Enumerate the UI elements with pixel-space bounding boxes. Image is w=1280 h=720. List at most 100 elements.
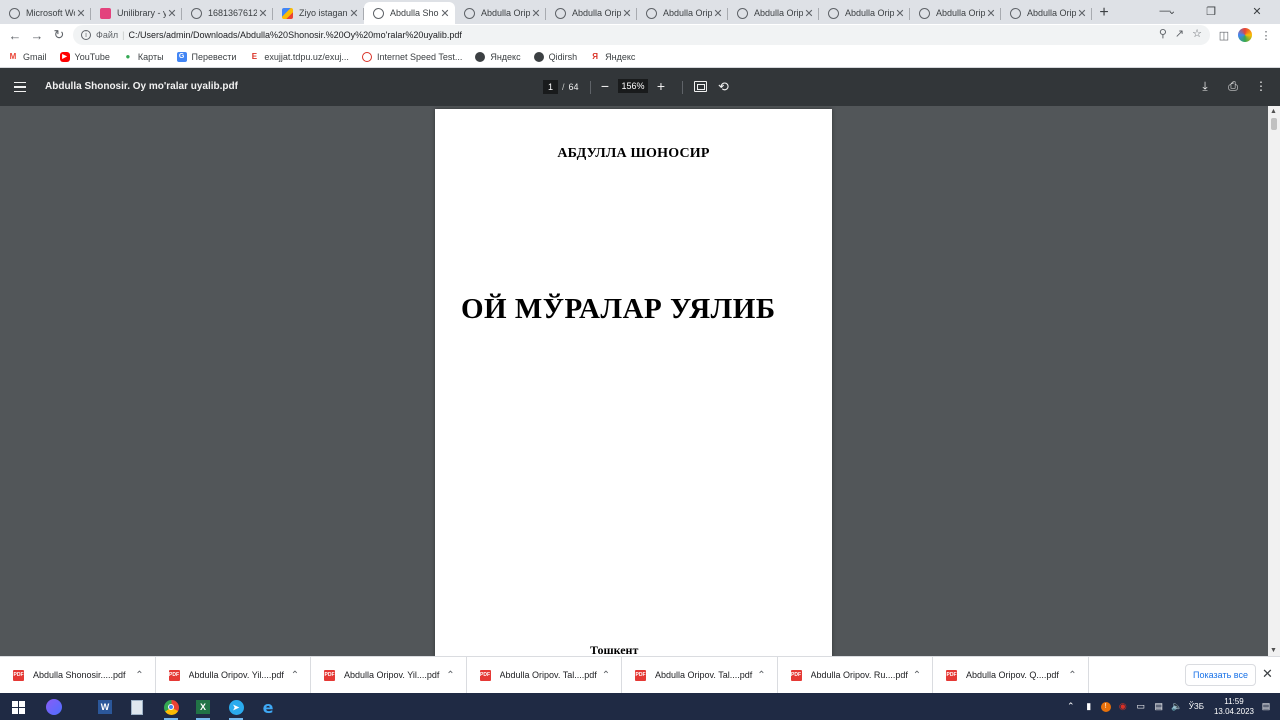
bookmark-item[interactable]: ▶ YouTube	[59, 51, 110, 62]
telegram-icon[interactable]: ➤	[226, 697, 246, 720]
zoom-in-icon[interactable]: +	[654, 78, 668, 94]
browser-tab[interactable]: Abdulla Oripo✕	[819, 2, 910, 24]
tab-close-icon[interactable]: ✕	[712, 7, 724, 20]
chrome-icon[interactable]	[161, 697, 181, 720]
usb-icon[interactable]: ▮	[1083, 701, 1095, 713]
tab-close-icon[interactable]: ✕	[439, 7, 451, 20]
forward-icon[interactable]: →	[26, 24, 48, 46]
minimize-icon[interactable]: —	[1142, 0, 1188, 22]
tab-close-icon[interactable]: ✕	[803, 7, 815, 20]
scroll-up-icon[interactable]: ▲	[1270, 108, 1277, 115]
document-viewport[interactable]: АБДУЛЛА ШОНОСИР ОЙ МЎРАЛАР УЯЛИБ Тошкент	[0, 106, 1268, 656]
browser-tab[interactable]: Unilibrary - yo✕	[91, 2, 182, 24]
bookmark-item[interactable]: M Gmail	[8, 52, 47, 62]
back-icon[interactable]: ←	[4, 24, 26, 46]
edge-icon[interactable]: e	[258, 697, 278, 717]
clock[interactable]: 11:59 13.04.2023	[1214, 697, 1254, 717]
show-all-downloads-button[interactable]: Показать все	[1185, 664, 1256, 686]
bookmark-item[interactable]: Internet Speed Test...	[361, 51, 462, 62]
tab-close-icon[interactable]: ✕	[75, 7, 87, 20]
current-page-input[interactable]: 1	[543, 80, 558, 94]
zoom-out-icon[interactable]: −	[598, 78, 612, 94]
download-options-icon[interactable]: ⌃	[286, 670, 304, 681]
tab-close-icon[interactable]: ✕	[621, 7, 633, 20]
browser-tab[interactable]: Microsoft Wo ✕	[0, 2, 91, 24]
zoom-icon[interactable]: ⚲	[1159, 27, 1167, 40]
fit-to-page-icon[interactable]	[694, 81, 707, 92]
download-item[interactable]: PDF Abdulla Oripov. Tal....pdf ⌃	[622, 656, 778, 694]
download-item[interactable]: PDF Abdulla Oripov. Yil....pdf ⌃	[311, 656, 467, 694]
bookmark-item[interactable]: G Перевести	[176, 51, 236, 62]
profile-avatar[interactable]	[1238, 28, 1252, 42]
download-options-icon[interactable]: ⌃	[597, 670, 615, 681]
volume-icon[interactable]: 🔈	[1171, 701, 1183, 713]
bookmark-item[interactable]: Яндекс	[475, 51, 521, 62]
antivirus-icon[interactable]: ◉	[1117, 701, 1129, 713]
tab-close-icon[interactable]: ✕	[985, 7, 997, 20]
zoom-level-input[interactable]: 156%	[618, 79, 648, 93]
download-icon[interactable]: ⤓	[1198, 79, 1212, 93]
scrollbar-thumb[interactable]	[1271, 118, 1277, 130]
share-icon[interactable]: ↗	[1175, 27, 1184, 40]
alice-assistant-icon[interactable]	[44, 697, 64, 717]
side-panel-icon[interactable]: ◫	[1216, 27, 1232, 43]
browser-tab[interactable]: Abdulla Oripo✕	[546, 2, 637, 24]
address-bar[interactable]: i Файл | C:/Users/admin/Downloads/Abdull…	[73, 25, 1210, 45]
download-options-icon[interactable]: ⌃	[1064, 670, 1082, 681]
browser-tab[interactable]: Abdulla Oripo✕	[728, 2, 819, 24]
download-item[interactable]: PDF Abdulla Oripov. Tal....pdf ⌃	[467, 656, 622, 694]
word-icon[interactable]: W	[95, 697, 115, 717]
network-icon[interactable]: ▤	[1153, 701, 1165, 713]
restore-icon[interactable]: ❐	[1188, 0, 1234, 22]
tab-close-icon[interactable]: ✕	[257, 7, 269, 20]
close-window-icon[interactable]: ✕	[1234, 0, 1280, 22]
tray-overflow-icon[interactable]: ⌃	[1065, 701, 1077, 713]
bookmark-item[interactable]: Eexujjat.tdpu.uz/exuj...	[249, 52, 349, 62]
download-item[interactable]: PDF Abdulla Oripov. Ru....pdf ⌃	[778, 656, 933, 694]
bookmark-item[interactable]: Qidirsh	[533, 51, 577, 62]
address-url[interactable]: C:/Users/admin/Downloads/Abdulla%20Shono…	[128, 30, 461, 40]
document-scrollbar[interactable]: ▲ ▼	[1268, 106, 1280, 656]
browser-tab[interactable]: Abdulla Shon ✕	[364, 2, 455, 24]
browser-tab[interactable]: 16813676123✕	[182, 2, 273, 24]
tab-close-icon[interactable]: ✕	[530, 7, 542, 20]
globe-icon	[646, 7, 657, 19]
notification-icon[interactable]: ▤	[1260, 701, 1272, 713]
close-shelf-icon[interactable]: ✕	[1262, 666, 1273, 682]
download-options-icon[interactable]: ⌃	[753, 670, 771, 681]
browser-tab[interactable]: Abdulla Oripo✕	[455, 2, 546, 24]
new-tab-icon[interactable]: +	[1092, 2, 1116, 24]
excel-icon[interactable]: X	[193, 697, 213, 720]
tab-close-icon[interactable]: ✕	[1076, 7, 1088, 20]
download-options-icon[interactable]: ⌃	[442, 670, 460, 681]
browser-tab[interactable]: Abdulla Oripo✕	[910, 2, 1001, 24]
file-explorer-icon[interactable]	[127, 697, 147, 717]
start-icon[interactable]	[8, 697, 28, 717]
tab-close-icon[interactable]: ✕	[348, 7, 360, 20]
browser-menu-icon[interactable]: ⋮	[1258, 27, 1274, 43]
download-item[interactable]: PDF Abdulla Oripov. Q....pdf ⌃	[933, 656, 1089, 694]
rotate-icon[interactable]: ⟲	[718, 79, 729, 95]
battery-icon[interactable]: ▭	[1135, 701, 1147, 713]
bookmark-item[interactable]: ● Карты	[123, 52, 163, 62]
browser-tab[interactable]: Abdulla Oripo✕	[637, 2, 728, 24]
pdf-more-icon[interactable]: ⋮	[1254, 79, 1268, 93]
info-icon[interactable]: i	[81, 30, 91, 40]
language-indicator[interactable]: ЎЗБ	[1189, 702, 1204, 711]
tab-close-icon[interactable]: ✕	[894, 7, 906, 20]
tab-close-icon[interactable]: ✕	[166, 7, 178, 20]
scroll-down-icon[interactable]: ▼	[1270, 647, 1277, 654]
download-options-icon[interactable]: ⌃	[908, 670, 926, 681]
browser-tab[interactable]: Abdulla Oripo✕	[1001, 2, 1092, 24]
update-alert-icon[interactable]: !	[1100, 701, 1111, 712]
reload-icon[interactable]: ↻	[48, 24, 70, 46]
download-options-icon[interactable]: ⌃	[131, 670, 149, 681]
bookmark-item[interactable]: Я Яндекс	[590, 52, 635, 62]
browser-tab[interactable]: Ziyo istagan ✕	[273, 2, 364, 24]
exujjat-icon: E	[251, 52, 258, 61]
print-icon[interactable]: ⎙	[1226, 79, 1240, 93]
pdf-menu-icon[interactable]	[14, 79, 30, 95]
download-item[interactable]: PDF Abdulla Shonosir.....pdf ⌃	[0, 656, 156, 694]
bookmark-star-icon[interactable]: ☆	[1192, 27, 1202, 40]
download-item[interactable]: PDF Abdulla Oripov. Yil....pdf ⌃	[156, 656, 311, 694]
